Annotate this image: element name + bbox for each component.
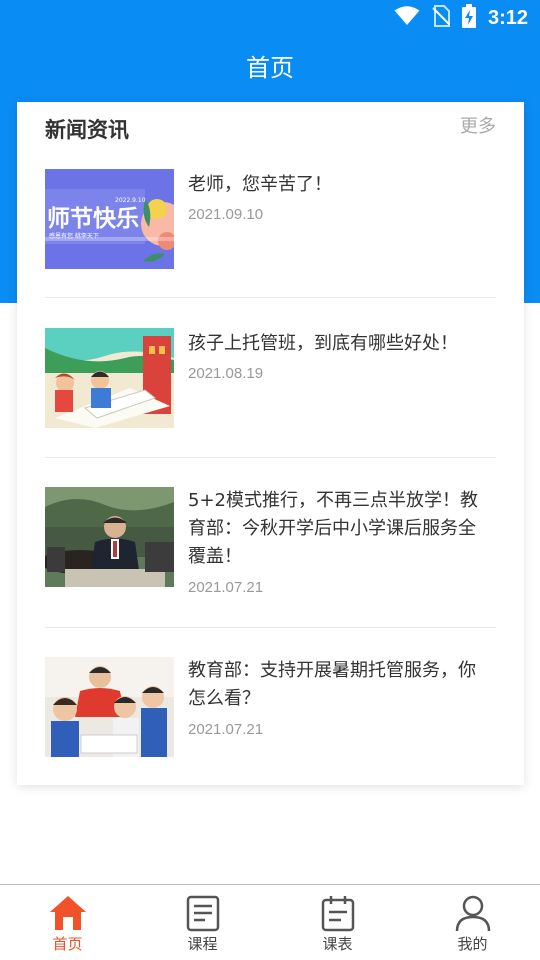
news-title: 老师，您辛苦了！ [188, 174, 332, 195]
news-thumbnail: 师节快乐 2022.9.10 感恩有您 桃李天下 [45, 169, 174, 269]
news-card-header: 新闻资讯 更多 [17, 102, 524, 152]
home-icon [48, 893, 88, 933]
news-thumbnail [45, 657, 174, 757]
news-thumbnail [45, 487, 174, 587]
news-title: 教育部：支持开展暑期托管服务，你怎么看？ [188, 660, 476, 709]
nav-label-schedule: 课表 [322, 935, 353, 953]
page-title: 首页 [246, 54, 294, 82]
news-date: 2021.08.19 [188, 365, 264, 382]
meeting-photo [45, 487, 174, 587]
news-date: 2021.07.21 [188, 721, 264, 738]
news-date: 2021.09.10 [188, 206, 264, 223]
status-bar: 3:12 [0, 0, 540, 36]
news-item[interactable]: 师节快乐 2022.9.10 感恩有您 桃李天下 老师，您辛苦了！ 2021.0… [45, 169, 496, 298]
news-title: 5+2模式推行，不再三点半放学！教育部：今秋开学后中小学课后服务全覆盖！ [188, 490, 478, 567]
news-item[interactable]: 孩子上托管班，到底有哪些好处！ 2021.08.19 [45, 328, 496, 458]
divider [45, 457, 496, 458]
course-icon [183, 893, 223, 933]
nav-label-profile: 我的 [457, 935, 488, 953]
no-sim-icon [432, 5, 451, 31]
divider [45, 627, 496, 628]
wifi-icon [394, 6, 420, 30]
bottom-nav: 首页 课程 课表 我的 [0, 884, 540, 960]
news-thumbnail [45, 328, 174, 428]
news-item[interactable]: 教育部：支持开展暑期托管服务，你怎么看？ 2021.07.21 [45, 657, 496, 757]
nav-item-home[interactable]: 首页 [0, 885, 135, 960]
profile-icon [453, 893, 493, 933]
nav-label-home: 首页 [52, 935, 83, 953]
status-time: 3:12 [487, 6, 528, 29]
news-card: 新闻资讯 更多 师节快乐 2022.9.10 感恩有您 桃李天下 老师，您辛苦了… [17, 102, 524, 785]
children-reading-illustration [45, 328, 174, 428]
news-section-title: 新闻资讯 [45, 118, 129, 142]
banner-text: 师节快乐 [47, 206, 139, 232]
nav-item-course[interactable]: 课程 [135, 885, 270, 960]
status-icons: 3:12 [394, 4, 528, 32]
teachers-day-banner-image: 师节快乐 2022.9.10 感恩有您 桃李天下 [45, 169, 174, 269]
nav-label-course: 课程 [187, 935, 218, 953]
banner-caption: 感恩有您 桃李天下 [49, 232, 99, 240]
news-title: 孩子上托管班，到底有哪些好处！ [188, 333, 458, 354]
news-date: 2021.07.21 [188, 579, 264, 596]
more-link[interactable]: 更多 [460, 112, 496, 138]
divider [45, 297, 496, 298]
nav-item-schedule[interactable]: 课表 [270, 885, 405, 960]
nav-item-profile[interactable]: 我的 [405, 885, 540, 960]
banner-date: 2022.9.10 [115, 197, 146, 204]
battery-charging-icon [461, 4, 476, 32]
schedule-icon [318, 893, 358, 933]
teacher-with-children-photo [45, 657, 174, 757]
news-item[interactable]: 5+2模式推行，不再三点半放学！教育部：今秋开学后中小学课后服务全覆盖！ 202… [45, 487, 496, 628]
